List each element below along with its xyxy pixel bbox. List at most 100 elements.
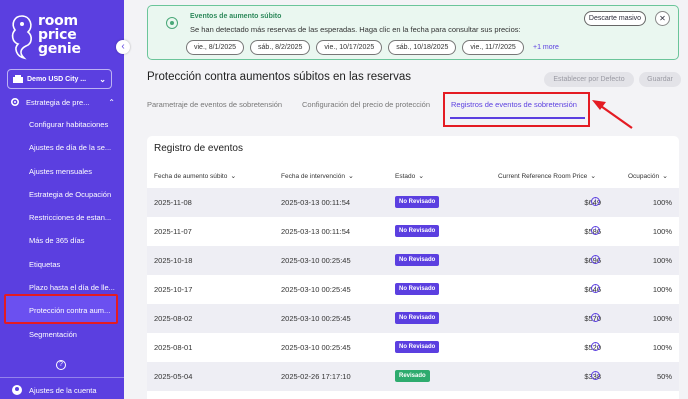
status-badge: No Revisado [395,312,440,324]
surge-date: 2025-10-17 [154,285,193,294]
card-title: Registro de eventos [154,143,243,154]
sidebar-item-account-settings[interactable]: Ajustes de la cuenta [12,385,97,395]
annotation-arrow-icon [592,100,633,129]
hotel-select[interactable]: Demo USD City ... ⌄ [7,69,112,89]
table-row: 2025-05-04 2025-02-26 17:17:10 Revisado … [147,362,679,391]
close-icon[interactable]: ✕ [655,11,670,26]
event-log-card: Registro de eventos Fecha de aumento súb… [147,136,679,399]
help-icon[interactable]: ? [56,360,66,370]
intervention-date: 2025-03-10 00:25:45 [281,285,351,294]
sidebar-item-occupancy-strategy[interactable]: Estrategia de Ocupación [29,190,121,199]
date-chip[interactable]: vie., 8/1/2025 [186,40,245,55]
sidebar-parent-label: Estrategia de pre... [26,97,90,107]
hotel-icon [13,75,23,83]
surge-date: 2025-08-01 [154,343,193,352]
status-badge: No Revisado [395,225,440,237]
status-badge: No Revisado [395,254,440,266]
save-button[interactable]: Guardar [639,72,681,87]
table-row: 2025-10-17 2025-03-10 00:25:45 No Revisa… [147,275,679,304]
table-row: 2025-11-07 2025-03-13 00:11:54 No Revisa… [147,217,679,246]
hotel-name: Demo USD City ... [27,75,87,83]
info-icon[interactable]: i [591,371,600,380]
set-default-button[interactable]: Establecer por Defecto [544,72,634,87]
logo[interactable]: room price genie [8,12,118,62]
sort-icon: ⌄ [230,173,237,180]
intervention-date: 2025-03-13 00:11:54 [281,198,351,207]
date-chip[interactable]: sáb., 8/2/2025 [250,40,311,55]
sidebar-divider [0,377,124,378]
sidebar-item-weekday-adjustments[interactable]: Ajustes de día de la se... [29,143,121,152]
date-chip[interactable]: vie., 10/17/2025 [316,40,383,55]
surge-date: 2025-08-02 [154,314,193,323]
sidebar-item-pricing-strategy[interactable]: Estrategia de pre... ⌃ [10,96,115,108]
occupancy-value: 100% [652,198,672,207]
gear-icon [10,97,20,107]
logo-text: room price genie [38,13,81,57]
info-icon[interactable]: i [591,255,600,264]
account-icon [12,385,22,395]
surge-date: 2025-10-18 [154,256,193,265]
intervention-date: 2025-03-10 00:25:45 [281,314,351,323]
occupancy-value: 100% [652,285,672,294]
intervention-date: 2025-03-10 00:25:45 [281,256,351,265]
chevron-up-icon: ⌃ [108,97,115,107]
surge-date: 2025-11-07 [154,227,192,236]
intervention-date: 2025-02-26 17:17:10 [281,372,351,381]
sort-icon: ⌄ [347,173,354,180]
table-row: 2025-08-01 2025-03-10 00:25:45 No Revisa… [147,333,679,362]
alert-icon [166,17,178,29]
intervention-date: 2025-03-13 00:11:54 [281,227,351,236]
chevron-down-icon: ⌄ [99,74,106,84]
sidebar-item-365-days[interactable]: Más de 365 días [29,236,121,245]
table-row: 2025-10-18 2025-03-10 00:25:45 No Revisa… [147,246,679,275]
surge-date: 2025-05-04 [154,372,193,381]
table-row: 2025-11-08 2025-03-13 00:11:54 No Revisa… [147,188,679,217]
sidebar-item-configure-rooms[interactable]: Configurar habitaciones [29,120,121,129]
info-icon[interactable]: i [591,226,600,235]
surge-alert-banner: Eventos de aumento súbito Se han detecta… [147,5,679,60]
info-icon[interactable]: i [591,313,600,322]
tab-protection-price[interactable]: Configuración del precio de protección [302,100,430,109]
column-header-surge-date[interactable]: Fecha de aumento súbito ⌄ [154,172,236,180]
page-title: Protección contra aumentos súbitos en la… [147,71,411,83]
date-chip[interactable]: vie., 11/7/2025 [462,40,524,55]
status-badge: No Revisado [395,196,440,208]
more-dates-link[interactable]: +1 more [533,44,559,51]
sort-icon: ⌄ [662,173,668,180]
info-icon[interactable]: i [591,197,600,206]
occupancy-value: 100% [652,256,672,265]
surge-date: 2025-11-08 [154,198,192,207]
info-icon[interactable]: i [591,284,600,293]
sidebar-item-lead-time[interactable]: Plazo hasta el día de lle... [29,283,121,292]
sidebar-item-surge-protection[interactable]: Protección contra aum... [29,306,121,315]
occupancy-value: 100% [652,314,672,323]
status-badge: Revisado [395,370,430,382]
sort-icon: ⌄ [590,173,597,180]
sidebar: room price genie Demo USD City ... ⌄ Est… [0,0,124,399]
bulk-dismiss-button[interactable]: Descarte masivo [584,11,646,26]
info-icon[interactable]: i [591,342,600,351]
alert-title: Eventos de aumento súbito [190,13,282,20]
account-label: Ajustes de la cuenta [29,385,97,395]
surge-dates: vie., 8/1/2025 sáb., 8/2/2025 vie., 10/1… [186,40,524,55]
status-badge: No Revisado [395,283,440,295]
column-header-status[interactable]: Estado ⌄ [395,172,424,180]
status-badge: No Revisado [395,341,440,353]
intervention-date: 2025-03-10 00:25:45 [281,343,351,352]
sidebar-item-segmentation[interactable]: Segmentación [29,330,121,339]
column-header-intervention-date[interactable]: Fecha de intervención ⌄ [281,172,354,180]
occupancy-value: 100% [652,227,672,236]
tab-surge-parameters[interactable]: Parametraje de eventos de sobretensión [147,100,282,109]
tab-highlight-box [443,92,590,127]
sidebar-item-monthly-adjustments[interactable]: Ajustes mensuales [29,167,121,176]
sidebar-item-tags[interactable]: Etiquetas [29,260,121,269]
column-header-occupancy[interactable]: Ocupación ⌄ [628,172,668,180]
genie-logo-icon [11,15,32,60]
occupancy-value: 100% [652,343,672,352]
sidebar-item-stay-restrictions[interactable]: Restricciones de estan... [29,213,121,222]
column-header-reference-price[interactable]: Current Reference Room Price ⌄ [498,172,596,180]
alert-text: Se han detectado más reservas de las esp… [190,25,521,34]
collapse-sidebar-button[interactable]: ‹ [116,40,130,54]
occupancy-value: 50% [656,372,672,381]
date-chip[interactable]: sáb., 10/18/2025 [388,40,457,55]
